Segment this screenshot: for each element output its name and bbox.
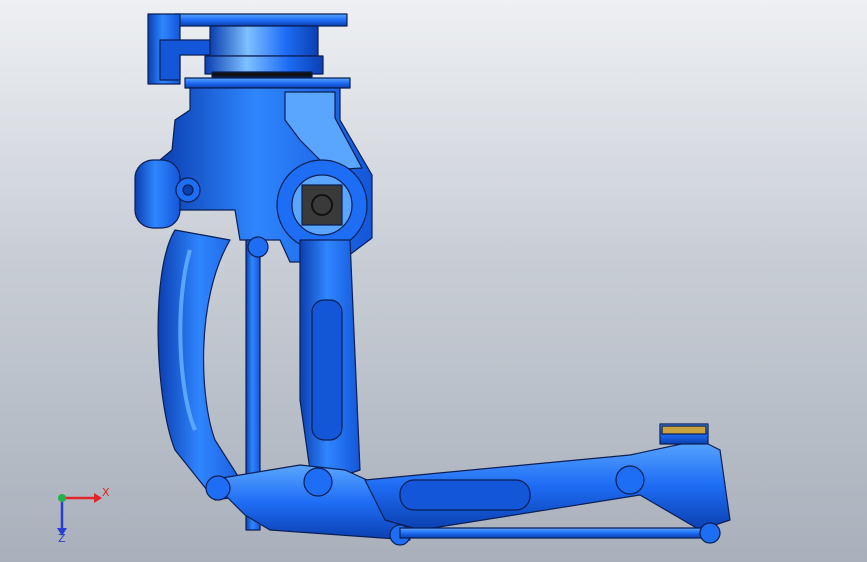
- graphics-viewport[interactable]: X Z: [0, 0, 867, 562]
- triad-z-label: Z: [58, 532, 66, 545]
- joint-motor[interactable]: [276, 159, 368, 251]
- wrist-flange[interactable]: [659, 423, 709, 445]
- coordinate-triad: X Z: [44, 480, 114, 545]
- robot-arm-model[interactable]: [0, 0, 867, 562]
- forearm[interactable]: [364, 439, 731, 531]
- upper-arm[interactable]: [299, 239, 361, 481]
- base-bearing-ring[interactable]: [184, 25, 351, 89]
- triad-x-label: X: [102, 486, 110, 499]
- lower-arm-link[interactable]: [157, 229, 251, 501]
